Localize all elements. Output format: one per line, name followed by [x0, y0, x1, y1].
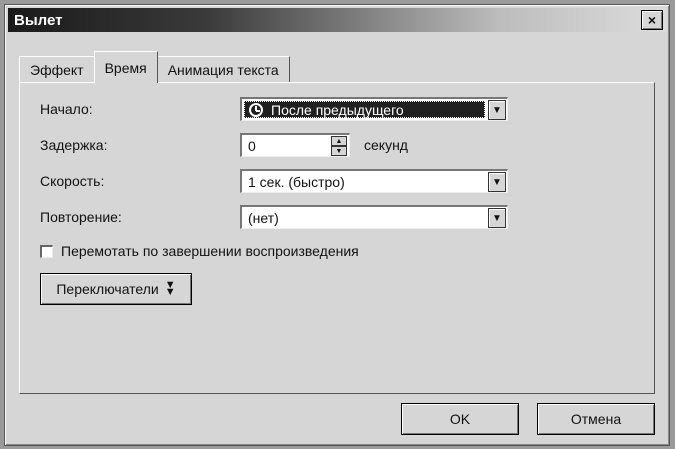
- start-selected-value: После предыдущего: [244, 101, 485, 118]
- delay-label: Задержка:: [40, 137, 108, 153]
- timing-panel: Начало: После предыдущего ▼ Задержка: 0 …: [19, 82, 655, 394]
- delay-row: Задержка: 0 ▲ ▼ секунд: [40, 133, 408, 157]
- cancel-button[interactable]: Отмена: [537, 403, 655, 435]
- repeat-dropdown-arrow[interactable]: ▼: [488, 208, 506, 228]
- speed-label: Скорость:: [40, 173, 105, 189]
- delay-input[interactable]: 0 ▲ ▼: [240, 133, 350, 157]
- rewind-label: Перемотать по завершении воспроизведения: [61, 243, 359, 259]
- speed-select[interactable]: 1 сек. (быстро) ▼: [240, 169, 508, 193]
- tab-timing[interactable]: Время: [93, 51, 158, 83]
- clock-icon: [249, 102, 263, 117]
- spin-up-button[interactable]: ▲: [331, 136, 347, 146]
- title-bar[interactable]: Вылет ×: [8, 8, 666, 32]
- spin-down-button[interactable]: ▼: [331, 146, 347, 156]
- rewind-checkbox[interactable]: [40, 244, 53, 258]
- tab-strip: Эффект Время Анимация текста: [19, 51, 290, 83]
- tab-text-animation[interactable]: Анимация текста: [156, 56, 290, 83]
- start-select[interactable]: После предыдущего ▼: [240, 97, 508, 121]
- delay-spinner: ▲ ▼: [331, 136, 347, 156]
- delay-unit: секунд: [364, 137, 408, 153]
- repeat-row: Повторение: (нет) ▼: [40, 205, 508, 229]
- repeat-label: Повторение:: [40, 209, 122, 225]
- close-icon: ×: [647, 12, 657, 28]
- rewind-row[interactable]: Перемотать по завершении воспроизведения: [40, 243, 359, 259]
- effect-dialog: Вылет × Эффект Время Анимация текста Нач…: [4, 4, 670, 446]
- speed-row: Скорость: 1 сек. (быстро) ▼: [40, 169, 508, 193]
- start-row: Начало: После предыдущего ▼: [40, 97, 508, 121]
- tab-effect[interactable]: Эффект: [19, 56, 95, 83]
- ok-button[interactable]: OK: [401, 403, 519, 435]
- start-label: Начало:: [40, 101, 93, 117]
- speed-dropdown-arrow[interactable]: ▼: [488, 172, 506, 192]
- start-dropdown-arrow[interactable]: ▼: [488, 100, 506, 120]
- dialog-title: Вылет: [14, 11, 63, 29]
- triggers-button[interactable]: Переключатели ▼ ▼: [40, 273, 192, 305]
- double-chevron-down-icon: ▼ ▼: [164, 279, 176, 298]
- repeat-select[interactable]: (нет) ▼: [240, 205, 508, 229]
- close-button[interactable]: ×: [641, 10, 663, 30]
